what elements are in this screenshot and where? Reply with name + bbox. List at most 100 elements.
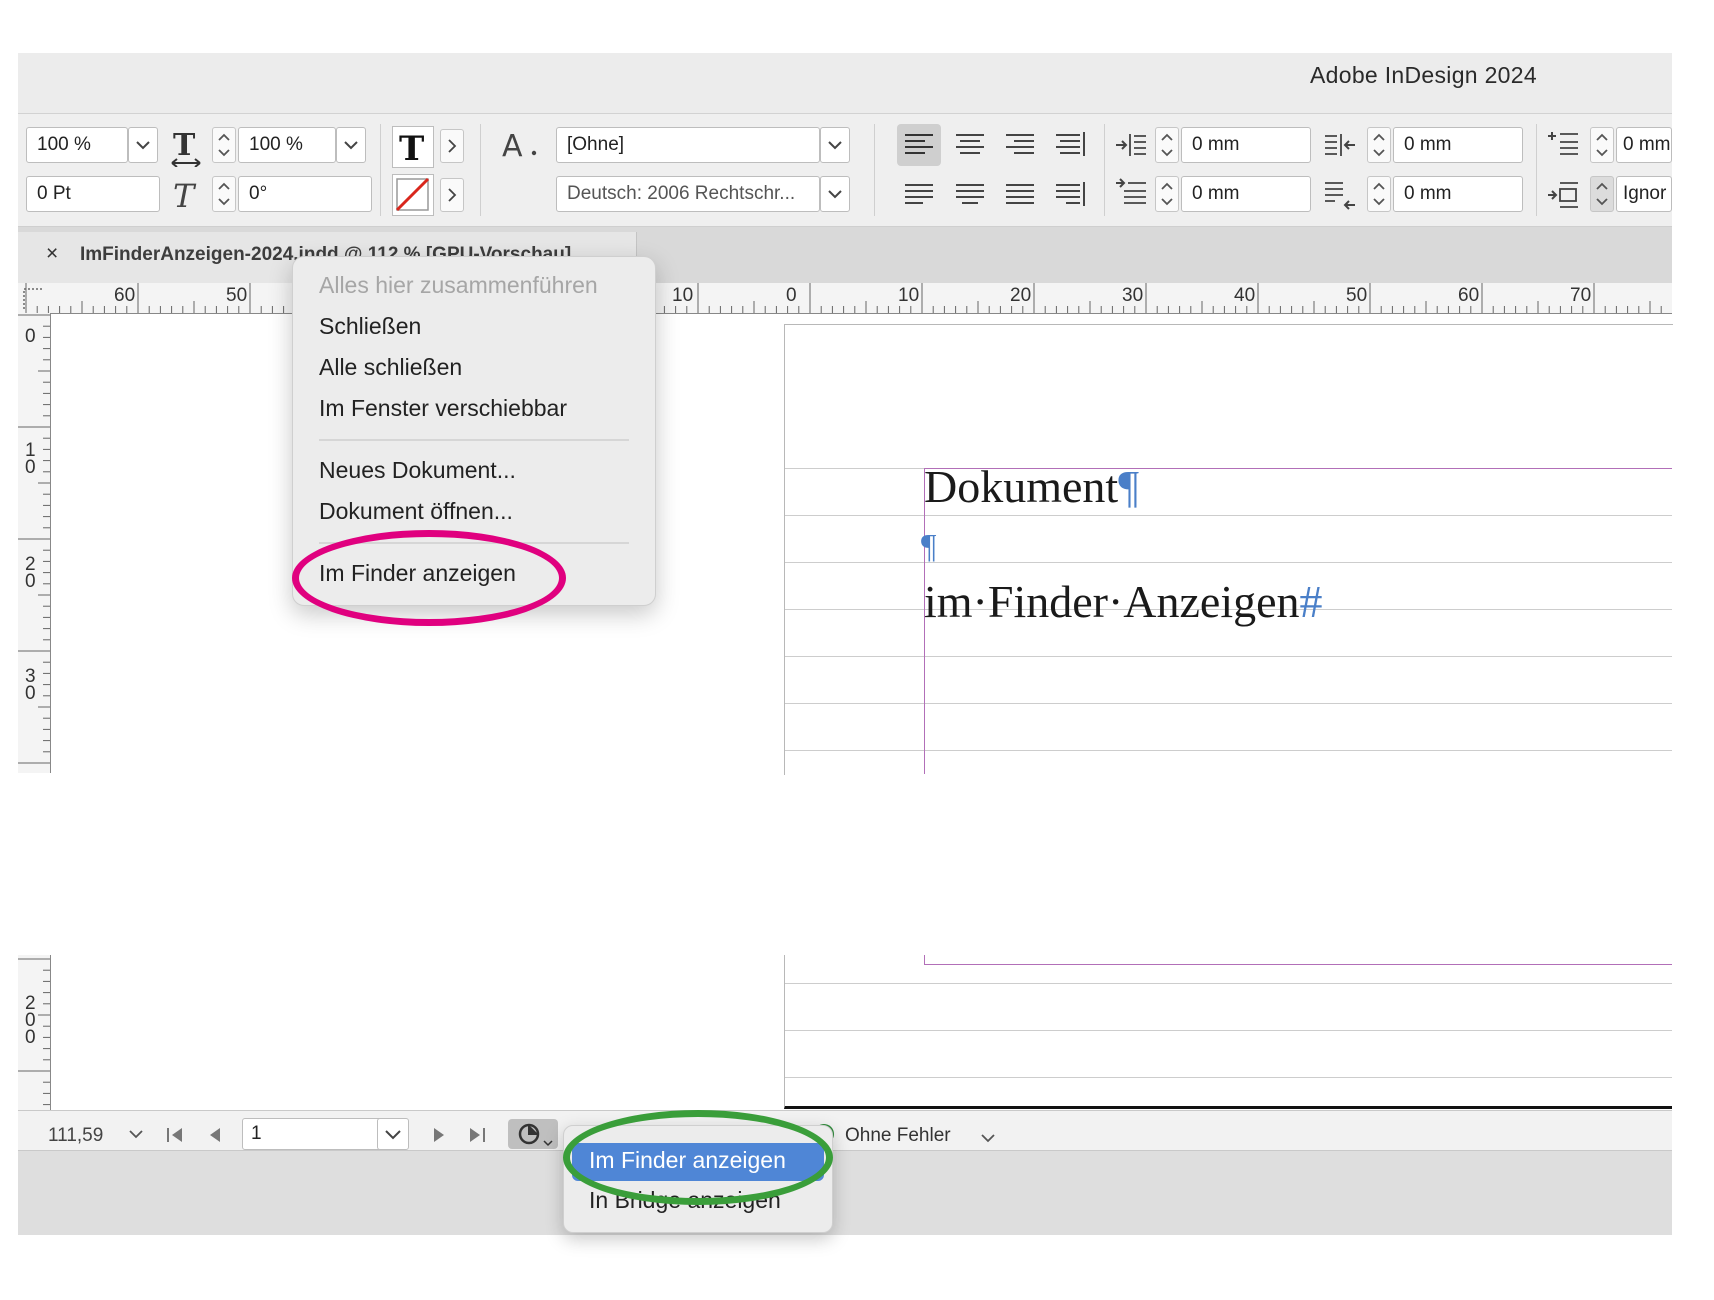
right-indent-stepper[interactable] — [1367, 127, 1391, 163]
ruler-label: 60 — [1458, 285, 1480, 306]
character-style-icon: A — [500, 128, 540, 169]
ruler-label: 0 — [786, 285, 797, 306]
menu-item-merge-all: Alles hier zusammenführen — [319, 272, 598, 298]
left-indent-stepper[interactable] — [1155, 127, 1179, 163]
character-style-field[interactable]: [Ohne] — [556, 127, 820, 163]
right-indent-field[interactable]: 0 mm — [1393, 127, 1523, 163]
next-page-icon[interactable] — [428, 1124, 450, 1151]
baseline-grid-line — [785, 1077, 1672, 1078]
ruler-label: 0 — [25, 326, 36, 347]
preflight-status[interactable]: Ohne Fehler — [845, 1125, 951, 1147]
last-page-icon[interactable] — [466, 1124, 488, 1151]
close-icon[interactable]: × — [46, 242, 58, 266]
chevron-down-icon — [828, 141, 842, 150]
ruler-label: 30 — [1122, 285, 1144, 306]
grid-align-stepper[interactable] — [1590, 176, 1614, 212]
end-of-story-mark: # — [1299, 576, 1323, 627]
grid-align-field[interactable]: Ignor — [1616, 176, 1672, 212]
ruler-label: 50 — [226, 285, 248, 306]
pilcrow-mark: ¶ — [921, 528, 937, 565]
baseline-grid-line — [785, 1030, 1672, 1031]
skew-field[interactable]: 0° — [238, 176, 372, 212]
chevron-down-icon[interactable] — [978, 1128, 998, 1153]
highlight-ellipse — [292, 530, 566, 626]
last-line-indent-stepper[interactable] — [1367, 176, 1391, 212]
ruler-label: 10 — [898, 285, 920, 306]
language-dropdown[interactable] — [820, 176, 850, 212]
left-indent-icon — [1114, 128, 1148, 167]
chevron-down-icon — [344, 141, 358, 150]
page-number-dropdown[interactable] — [377, 1118, 409, 1150]
text-line-3[interactable]: im·Finder·Anzeigen# — [924, 575, 1323, 628]
space-before-field[interactable]: 0 mm — [1616, 127, 1672, 163]
document-page[interactable] — [784, 955, 1672, 1109]
ruler-label: 1 0 — [25, 440, 36, 478]
vertical-scale-stepper[interactable] — [212, 127, 236, 163]
stroke-none-icon[interactable] — [392, 174, 434, 216]
left-indent-field[interactable]: 0 mm — [1181, 127, 1311, 163]
horizontal-scale-field[interactable]: 100 % — [26, 127, 128, 163]
baseline-grid-line — [785, 750, 1672, 751]
language-field[interactable]: Deutsch: 2006 Rechtschr... — [556, 176, 820, 212]
first-line-indent-icon — [1114, 177, 1148, 216]
vertical-ruler[interactable] — [18, 313, 51, 773]
align-left-button[interactable] — [897, 124, 941, 166]
vertical-scale-field[interactable]: 100 % — [238, 127, 336, 163]
justify-left-button[interactable] — [897, 174, 941, 216]
first-line-indent-stepper[interactable] — [1155, 176, 1179, 212]
first-page-icon[interactable] — [164, 1124, 186, 1151]
first-line-indent-field[interactable]: 0 mm — [1181, 176, 1311, 212]
document-page[interactable] — [784, 324, 1673, 775]
horizontal-ruler[interactable] — [18, 283, 1672, 314]
grid-align-icon — [1546, 177, 1580, 216]
justify-all-button[interactable] — [998, 174, 1042, 216]
horizontal-scale-dropdown[interactable] — [128, 127, 158, 163]
chevron-down-icon — [136, 141, 150, 150]
app-title: Adobe InDesign 2024 — [1310, 62, 1537, 88]
space-before-stepper[interactable] — [1590, 127, 1614, 163]
align-towards-spine-button[interactable] — [1048, 124, 1092, 166]
last-line-indent-icon — [1323, 177, 1357, 216]
align-away-spine-button[interactable] — [1048, 174, 1092, 216]
skew-icon: T — [170, 176, 204, 219]
fill-arrow-button[interactable] — [440, 129, 464, 163]
ruler-label: 40 — [1234, 285, 1256, 306]
baseline-shift-field[interactable]: 0 Pt — [26, 176, 160, 212]
character-style-dropdown[interactable] — [820, 127, 850, 163]
menu-item-close[interactable]: Schließen — [319, 313, 421, 340]
status-bar-lower — [18, 1150, 1672, 1235]
margin-guide — [924, 964, 1672, 965]
align-center-button[interactable] — [948, 124, 992, 166]
ruler-label: 20 — [1010, 285, 1032, 306]
last-line-indent-field[interactable]: 0 mm — [1393, 176, 1523, 212]
skew-stepper[interactable] — [212, 176, 236, 212]
menu-item-float-in-window[interactable]: Im Fenster verschiebbar — [319, 395, 567, 422]
space-before-icon — [1546, 128, 1580, 167]
ruler-label: 50 — [1346, 285, 1368, 306]
ruler-label: 60 — [114, 285, 136, 306]
chevron-down-icon[interactable] — [126, 1124, 146, 1149]
text-line-1[interactable]: Dokument¶ — [924, 460, 1139, 513]
previous-page-icon[interactable] — [204, 1124, 226, 1151]
menu-item-open-document[interactable]: Dokument öffnen... — [319, 498, 513, 525]
align-right-button[interactable] — [998, 124, 1042, 166]
svg-text:T: T — [173, 177, 197, 214]
svg-text:A: A — [502, 129, 523, 164]
open-file-location-button[interactable] — [508, 1119, 558, 1149]
divider — [1104, 124, 1105, 216]
menu-item-close-all[interactable]: Alle schließen — [319, 354, 462, 381]
fill-text-icon[interactable]: T — [392, 126, 434, 169]
chevron-down-icon — [828, 190, 842, 199]
ruler-label: 2 0 0 — [25, 993, 36, 1048]
menu-item-new-document[interactable]: Neues Dokument... — [319, 457, 516, 484]
baseline-grid-line — [785, 983, 1672, 984]
vertical-scale-dropdown[interactable] — [336, 127, 366, 163]
justify-center-button[interactable] — [948, 174, 992, 216]
ruler-label: 3 0 — [25, 666, 36, 704]
stroke-arrow-button[interactable] — [440, 178, 464, 212]
page-number-field[interactable]: 1 — [242, 1118, 382, 1150]
ruler-origin-icon[interactable] — [20, 285, 48, 313]
zoom-level[interactable]: 111,59 — [48, 1125, 103, 1147]
menu-separator — [319, 439, 629, 441]
svg-text:T: T — [173, 128, 196, 163]
